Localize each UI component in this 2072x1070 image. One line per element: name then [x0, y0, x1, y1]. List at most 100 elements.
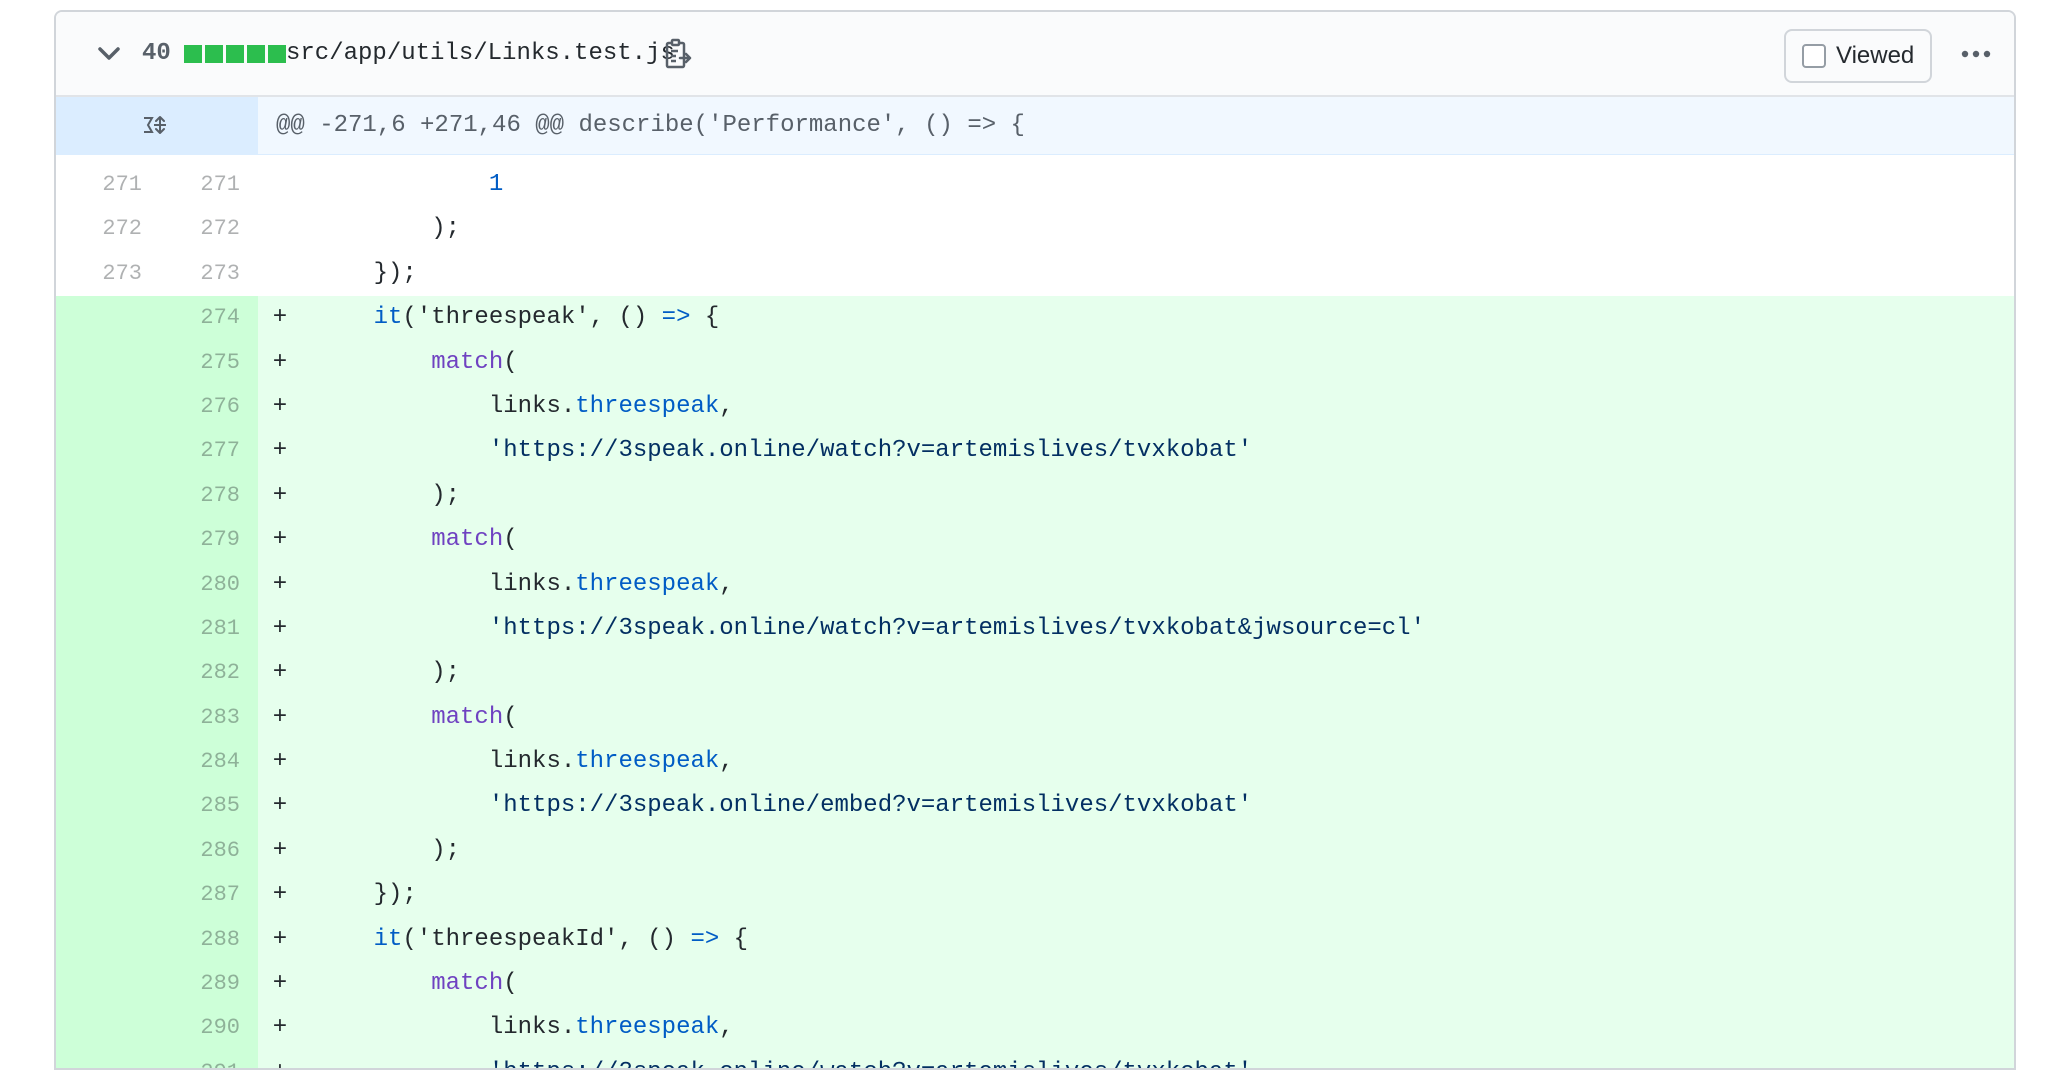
- code-text: it('threespeak', () => {: [300, 296, 720, 340]
- new-line-number[interactable]: 283: [142, 695, 258, 741]
- code-token: match: [431, 970, 504, 998]
- code-token: );: [431, 481, 461, 509]
- old-line-number[interactable]: [56, 562, 142, 607]
- new-line-number[interactable]: 290: [142, 1006, 258, 1051]
- code-text: links.threespeak,: [300, 740, 734, 784]
- code-text: });: [300, 873, 417, 917]
- new-line-number[interactable]: 289: [142, 962, 258, 1007]
- code-token: 'https://3speak.online/watch?v=artemisli…: [488, 614, 1425, 642]
- diff-line-added: 284 + links.threespeak,: [56, 740, 2014, 785]
- new-line-number[interactable]: 282: [142, 651, 258, 696]
- code-text: links.threespeak,: [300, 563, 734, 607]
- diff-line-context: 273 273 });: [56, 251, 2014, 297]
- old-line-number[interactable]: [56, 873, 142, 918]
- kebab-horizontal-icon: [1961, 50, 1991, 58]
- old-line-number[interactable]: [56, 606, 142, 652]
- viewed-toggle-button[interactable]: Viewed: [1784, 29, 1932, 83]
- diffstat-block: [226, 45, 244, 63]
- diff-line-added: 278 + );: [56, 473, 2014, 519]
- old-line-number[interactable]: [56, 784, 142, 829]
- old-line-number[interactable]: [56, 518, 142, 563]
- new-line-number[interactable]: 272: [142, 207, 258, 251]
- diffstat-block: [184, 45, 202, 63]
- old-line-number[interactable]: [56, 429, 142, 474]
- new-line-number[interactable]: 274: [142, 296, 258, 341]
- collapse-file-button[interactable]: [94, 39, 124, 69]
- code-token: threespeak: [575, 570, 720, 598]
- old-line-number[interactable]: [56, 695, 142, 741]
- code-token: links.: [488, 570, 576, 598]
- code-text: 'https://3speak.online/watch?v=artemisli…: [300, 607, 1425, 651]
- code-token: =>: [661, 304, 691, 332]
- code-token: threespeak: [575, 392, 720, 420]
- old-line-number[interactable]: [56, 384, 142, 430]
- old-line-number[interactable]: [56, 828, 142, 874]
- file-path-link[interactable]: src/app/utils/Links.test.js: [286, 36, 675, 72]
- diffstat-bar: [184, 45, 286, 63]
- code-token: );: [431, 215, 461, 243]
- code-token: ('threespeak', (): [402, 304, 662, 332]
- code-token: threespeak: [575, 748, 720, 776]
- code-token: ,: [719, 1014, 734, 1042]
- new-line-number[interactable]: 288: [142, 917, 258, 963]
- file-options-button[interactable]: [1956, 38, 1996, 70]
- diff-line-added: 280 + links.threespeak,: [56, 562, 2014, 607]
- diff-lines: 271 271 1 272 272 ); 273 273 }); 274 + it('thre…: [56, 163, 2014, 1068]
- hunk-header: @@ -271,6 +271,46 @@ describe('Performan…: [56, 97, 2014, 155]
- new-line-number[interactable]: 277: [142, 429, 258, 474]
- code-token: });: [373, 259, 417, 287]
- old-line-number[interactable]: [56, 651, 142, 696]
- new-line-number[interactable]: 284: [142, 740, 258, 785]
- diff-marker: +: [272, 570, 288, 598]
- new-line-number[interactable]: 286: [142, 828, 258, 874]
- diff-line-added: 288 + it('threespeakId', () => {: [56, 917, 2014, 963]
- code-token: (: [503, 348, 518, 376]
- old-line-number[interactable]: 272: [56, 207, 142, 251]
- new-line-number[interactable]: 278: [142, 473, 258, 519]
- new-line-number[interactable]: 275: [142, 340, 258, 385]
- code-text: match(: [300, 962, 517, 1006]
- code-text: 1: [300, 163, 503, 207]
- diff-line-added: 282 + );: [56, 651, 2014, 696]
- code-text: );: [300, 651, 460, 695]
- old-line-number[interactable]: 271: [56, 163, 142, 207]
- new-line-number[interactable]: 273: [142, 252, 258, 296]
- diff-line-added: 283 + match(: [56, 695, 2014, 741]
- old-line-number[interactable]: [56, 340, 142, 385]
- file-header: 40 src/app/utils/Links.test.js Viewed: [56, 12, 2014, 97]
- unfold-icon: [144, 115, 166, 134]
- old-line-number[interactable]: [56, 917, 142, 963]
- hunk-header-text: @@ -271,6 +271,46 @@ describe('Performan…: [276, 112, 1025, 139]
- code-token: ,: [719, 392, 734, 420]
- new-line-number[interactable]: 276: [142, 384, 258, 430]
- old-line-number[interactable]: [56, 296, 142, 341]
- diff-marker: +: [272, 614, 288, 642]
- new-line-number[interactable]: 281: [142, 606, 258, 652]
- old-line-number[interactable]: [56, 473, 142, 519]
- diff-marker: +: [272, 481, 288, 509]
- diff-line-added: 276 + links.threespeak,: [56, 384, 2014, 430]
- copy-path-icon: [665, 38, 692, 69]
- diff-marker: +: [272, 392, 288, 420]
- viewed-checkbox[interactable]: [1802, 44, 1826, 68]
- diff-line-added: 279 + match(: [56, 518, 2014, 563]
- new-line-number[interactable]: 271: [142, 163, 258, 207]
- new-line-number[interactable]: 280: [142, 562, 258, 607]
- old-line-number[interactable]: [56, 1006, 142, 1051]
- diff-line-added: 274 + it('threespeak', () => {: [56, 296, 2014, 341]
- code-token: );: [431, 836, 461, 864]
- copy-path-button[interactable]: [660, 34, 696, 74]
- old-line-number[interactable]: [56, 962, 142, 1007]
- diff-line-context: 272 272 );: [56, 207, 2014, 252]
- code-text: match(: [300, 518, 517, 562]
- diff-marker: +: [272, 925, 288, 953]
- old-line-number[interactable]: [56, 740, 142, 785]
- old-line-number[interactable]: 273: [56, 252, 142, 296]
- code-text: );: [300, 474, 460, 518]
- expand-hunk-button[interactable]: [56, 97, 258, 154]
- new-line-number[interactable]: 287: [142, 873, 258, 918]
- diff-line-added: 287 + });: [56, 873, 2014, 918]
- code-token: links.: [488, 748, 576, 776]
- new-line-number[interactable]: 279: [142, 518, 258, 563]
- new-line-number[interactable]: 285: [142, 784, 258, 829]
